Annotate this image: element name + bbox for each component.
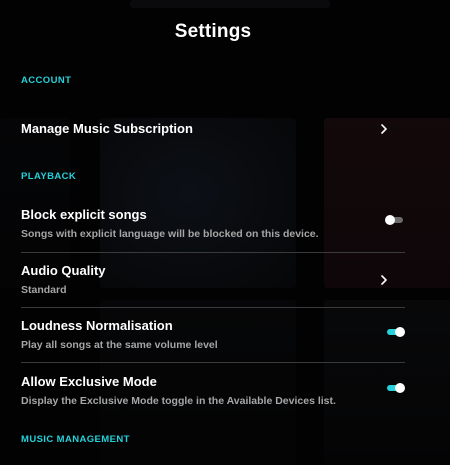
chevron-right-icon — [381, 275, 387, 285]
audio-quality-item[interactable]: Audio Quality Standard — [21, 263, 405, 299]
block-explicit-description: Songs with explicit language will be blo… — [21, 228, 319, 240]
settings-panel: Settings ACCOUNT Manage Music Subscripti… — [0, 0, 450, 465]
exclusive-mode-description: Display the Exclusive Mode toggle in the… — [21, 395, 336, 407]
exclusive-mode-item: Allow Exclusive Mode Display the Exclusi… — [21, 374, 405, 410]
loudness-normalisation-toggle[interactable] — [385, 325, 405, 339]
block-explicit-toggle[interactable] — [385, 213, 405, 227]
divider — [21, 307, 405, 308]
manage-subscription-item[interactable]: Manage Music Subscription — [21, 121, 405, 139]
settings-window: Settings ACCOUNT Manage Music Subscripti… — [0, 0, 450, 465]
block-explicit-item: Block explicit songs Songs with explicit… — [21, 207, 405, 243]
loudness-normalisation-item: Loudness Normalisation Play all songs at… — [21, 318, 405, 354]
manage-subscription-label: Manage Music Subscription — [21, 121, 193, 136]
section-header-playback: PLAYBACK — [21, 171, 77, 182]
loudness-normalisation-label: Loudness Normalisation — [21, 318, 173, 333]
toggle-knob — [385, 215, 395, 225]
section-header-music-management: MUSIC MANAGEMENT — [21, 434, 130, 445]
audio-quality-label: Audio Quality — [21, 263, 106, 278]
toggle-knob — [395, 383, 405, 393]
exclusive-mode-label: Allow Exclusive Mode — [21, 374, 157, 389]
block-explicit-label: Block explicit songs — [21, 207, 147, 222]
page-title: Settings — [174, 21, 252, 42]
exclusive-mode-toggle[interactable] — [385, 381, 405, 395]
divider — [21, 252, 405, 253]
divider — [21, 362, 405, 363]
audio-quality-value: Standard — [21, 284, 67, 296]
toggle-knob — [395, 327, 405, 337]
section-header-account: ACCOUNT — [21, 75, 72, 86]
loudness-normalisation-description: Play all songs at the same volume level — [21, 339, 218, 351]
chevron-right-icon — [381, 124, 387, 134]
